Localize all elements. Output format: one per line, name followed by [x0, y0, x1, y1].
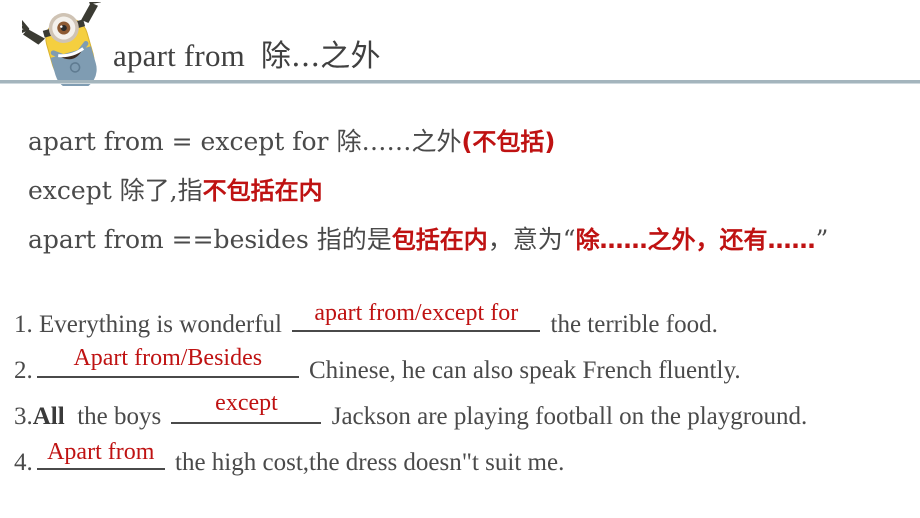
quote-close: ” [815, 225, 829, 254]
exercise-2-blank[interactable]: Apart from/Besides [36, 345, 299, 378]
minion-character-icon [16, 0, 118, 91]
definition-2-highlight: 不包括在内 [202, 177, 323, 205]
exercise-2-after: Chinese, he can also speak French fluent… [302, 357, 741, 384]
exercise-3-after: Jackson are playing football on the play… [325, 403, 808, 430]
page-title-en: apart from [113, 38, 245, 73]
definition-line-2: except 除了,指不包括在内 [28, 167, 898, 216]
definition-line-1: apart from = except for 除……之外(不包括) [28, 118, 898, 167]
definition-line-3: apart from ==besides 指的是包括在内，意为“除……之外，还有… [28, 216, 898, 265]
definition-3-plain-b: ，意为 [487, 225, 563, 254]
definition-2-plain: except 除了,指 [28, 176, 203, 205]
exercise-item-1: 1. Everything is wonderful apart from/ex… [14, 300, 914, 346]
exercise-1-answer: apart from/except for [314, 300, 519, 326]
exercise-item-4: 4. Apart from the high cost,the dress doe… [14, 438, 914, 484]
definition-block: apart from = except for 除……之外(不包括) excep… [28, 118, 898, 265]
definition-1-highlight: (不包括) [461, 128, 556, 156]
exercise-1-after: the terrible food. [544, 311, 718, 338]
exercise-3-before: the boys [70, 403, 168, 430]
exercise-4-blank[interactable]: Apart from [36, 438, 165, 470]
header-divider-shadow [0, 83, 920, 84]
exercise-1-before: Everything is wonderful [32, 311, 289, 338]
exercise-3-blank[interactable]: except [171, 390, 322, 424]
quote-open: “ [562, 225, 576, 254]
exercise-1-number: 1. [14, 311, 33, 338]
exercise-2-answer: Apart from/Besides [73, 345, 263, 371]
definition-3-highlight-a: 包括在内 [391, 226, 488, 254]
exercise-1-blank[interactable]: apart from/except for [292, 300, 541, 332]
exercise-item-3: 3.All the boys except Jackson are playin… [14, 390, 914, 438]
exercise-3-number: 3. [14, 403, 33, 430]
exercise-4-number: 4. [14, 449, 33, 476]
definition-3-highlight-b: 除……之外，还有…… [575, 226, 816, 254]
exercise-4-after: the high cost,the dress doesn"t suit me. [168, 449, 565, 476]
exercise-item-2: 2. Apart from/Besides Chinese, he can als… [14, 345, 914, 392]
page-title-cn: 除...之外 [260, 39, 381, 74]
definition-1-plain: apart from = except for 除……之外 [28, 127, 462, 156]
exercise-4-answer: Apart from [47, 439, 155, 465]
slide-header: apart from 除...之外 [0, 0, 920, 91]
definition-3-plain-a: apart from ==besides 指的是 [28, 225, 392, 254]
exercise-list: 1. Everything is wonderful apart from/ex… [14, 300, 914, 484]
exercise-2-number: 2. [14, 357, 33, 384]
exercise-3-answer: except [215, 390, 278, 416]
exercise-3-bold-word: All [32, 403, 65, 430]
page-title: apart from 除...之外 [113, 36, 381, 77]
